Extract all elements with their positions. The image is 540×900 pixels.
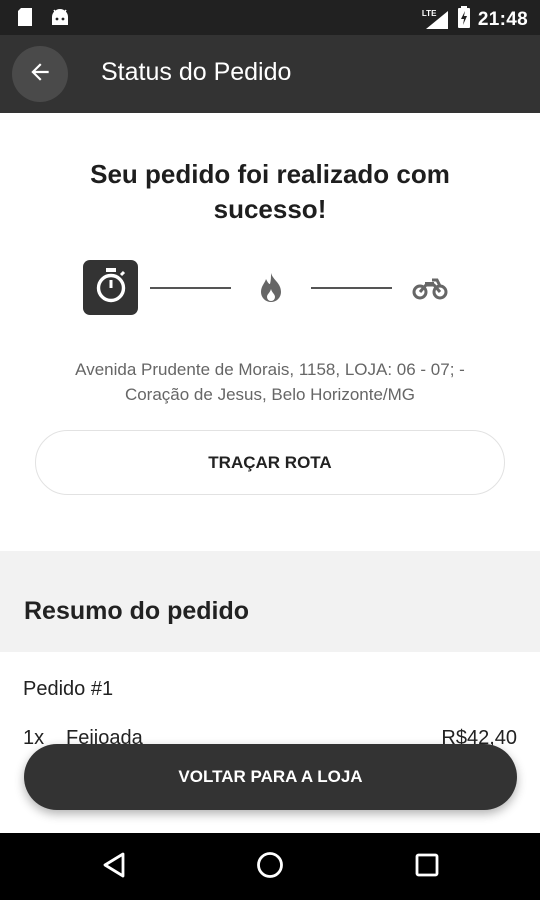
battery-charging-icon	[457, 6, 470, 33]
progress-line	[150, 287, 231, 289]
arrow-left-icon	[27, 59, 53, 90]
nav-recents-button[interactable]	[411, 851, 443, 883]
step-received	[83, 260, 138, 315]
order-number: Pedido #1	[23, 678, 114, 700]
motorcycle-icon	[412, 274, 448, 302]
address-line-2: Coração de Jesus, Belo Horizonte/MG	[124, 385, 416, 404]
status-right-icons: LTE 21:48	[422, 6, 528, 33]
nav-home-button[interactable]	[254, 851, 286, 883]
progress-line	[311, 287, 392, 289]
item-quantity: 1x	[23, 727, 45, 749]
summary-header: Resumo do pedido	[0, 551, 540, 652]
system-nav-bar	[0, 833, 540, 900]
address-line-1: Avenida Prudente de Morais, 1158, LOJA: …	[75, 360, 465, 379]
android-icon	[50, 9, 70, 30]
store-address: Avenida Prudente de Morais, 1158, LOJA: …	[20, 357, 520, 407]
status-bar: LTE 21:48	[0, 0, 540, 35]
page-title: Status do Pedido	[101, 58, 292, 86]
nav-back-button[interactable]	[98, 851, 130, 883]
order-status-content[interactable]: Seu pedido foi realizado com sucesso! Av…	[0, 113, 540, 833]
stopwatch-icon	[94, 267, 128, 308]
status-left-icons	[18, 8, 70, 31]
trace-route-button[interactable]: TRAÇAR ROTA	[35, 430, 505, 495]
summary-title: Resumo do pedido	[24, 597, 249, 625]
back-button[interactable]	[12, 46, 68, 102]
recents-square-icon	[414, 852, 440, 883]
home-circle-icon	[255, 850, 285, 885]
back-triangle-icon	[102, 852, 126, 883]
lte-signal-icon: LTE	[422, 9, 450, 31]
back-to-store-button[interactable]: VOLTAR PARA A LOJA	[24, 744, 517, 810]
status-time: 21:48	[477, 8, 528, 30]
app-bar: Status do Pedido	[0, 35, 540, 113]
fire-icon	[256, 272, 286, 304]
order-progress	[0, 260, 540, 316]
sd-card-icon	[18, 8, 32, 31]
success-message: Seu pedido foi realizado com sucesso!	[90, 159, 450, 224]
